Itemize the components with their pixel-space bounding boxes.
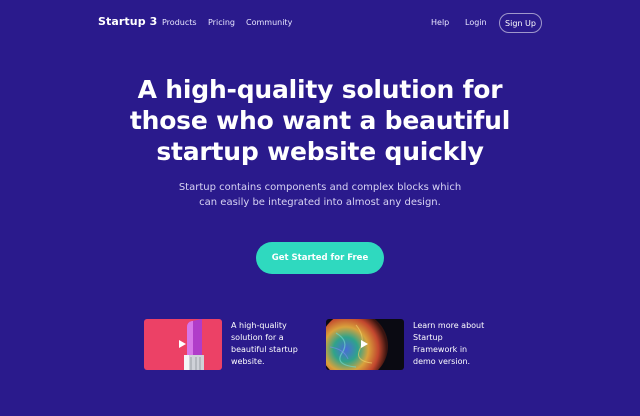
hero-title: A high-quality solution for those who wa…: [70, 74, 570, 167]
logo[interactable]: Startup 3: [98, 15, 157, 28]
hero-title-line: startup website quickly: [156, 137, 484, 166]
card-text: A high-quality solution for a beautiful …: [231, 320, 327, 368]
card-text-line: A high-quality: [231, 321, 287, 330]
planet-video-thumbnail[interactable]: [326, 319, 404, 370]
card-text-line: website.: [231, 357, 265, 366]
lipstick-image: [144, 319, 222, 370]
nav-products[interactable]: Products: [162, 18, 197, 27]
nav-help[interactable]: Help: [431, 18, 449, 27]
nav-login[interactable]: Login: [465, 18, 487, 27]
card-text-line: beautiful startup: [231, 345, 298, 354]
get-started-button[interactable]: Get Started for Free: [256, 242, 384, 274]
card-text-line: Learn more about: [413, 321, 485, 330]
hero-title-line: A high-quality solution for: [137, 75, 503, 104]
card-text-line: demo version.: [413, 357, 471, 366]
card-text: Learn more about Startup Framework in de…: [413, 320, 509, 368]
hero-subtitle-line: Startup contains components and complex …: [178, 182, 462, 193]
hero-subtitle: Startup contains components and complex …: [150, 180, 490, 210]
lipstick-video-thumbnail[interactable]: [144, 319, 222, 370]
nav-community[interactable]: Community: [246, 18, 292, 27]
hero-title-line: those who want a beautiful: [129, 106, 511, 135]
card-text-line: Startup: [413, 333, 443, 342]
nav-pricing[interactable]: Pricing: [208, 18, 235, 27]
video-card-planet: Learn more about Startup Framework in de…: [326, 319, 576, 371]
card-text-line: solution for a: [231, 333, 284, 342]
card-text-line: Framework in: [413, 345, 468, 354]
hero-subtitle-line: can easily be integrated into almost any…: [199, 197, 441, 208]
top-navbar: Startup 3 Products Pricing Community Hel…: [0, 0, 640, 46]
signup-button[interactable]: Sign Up: [499, 13, 542, 33]
planet-image: [326, 319, 404, 370]
